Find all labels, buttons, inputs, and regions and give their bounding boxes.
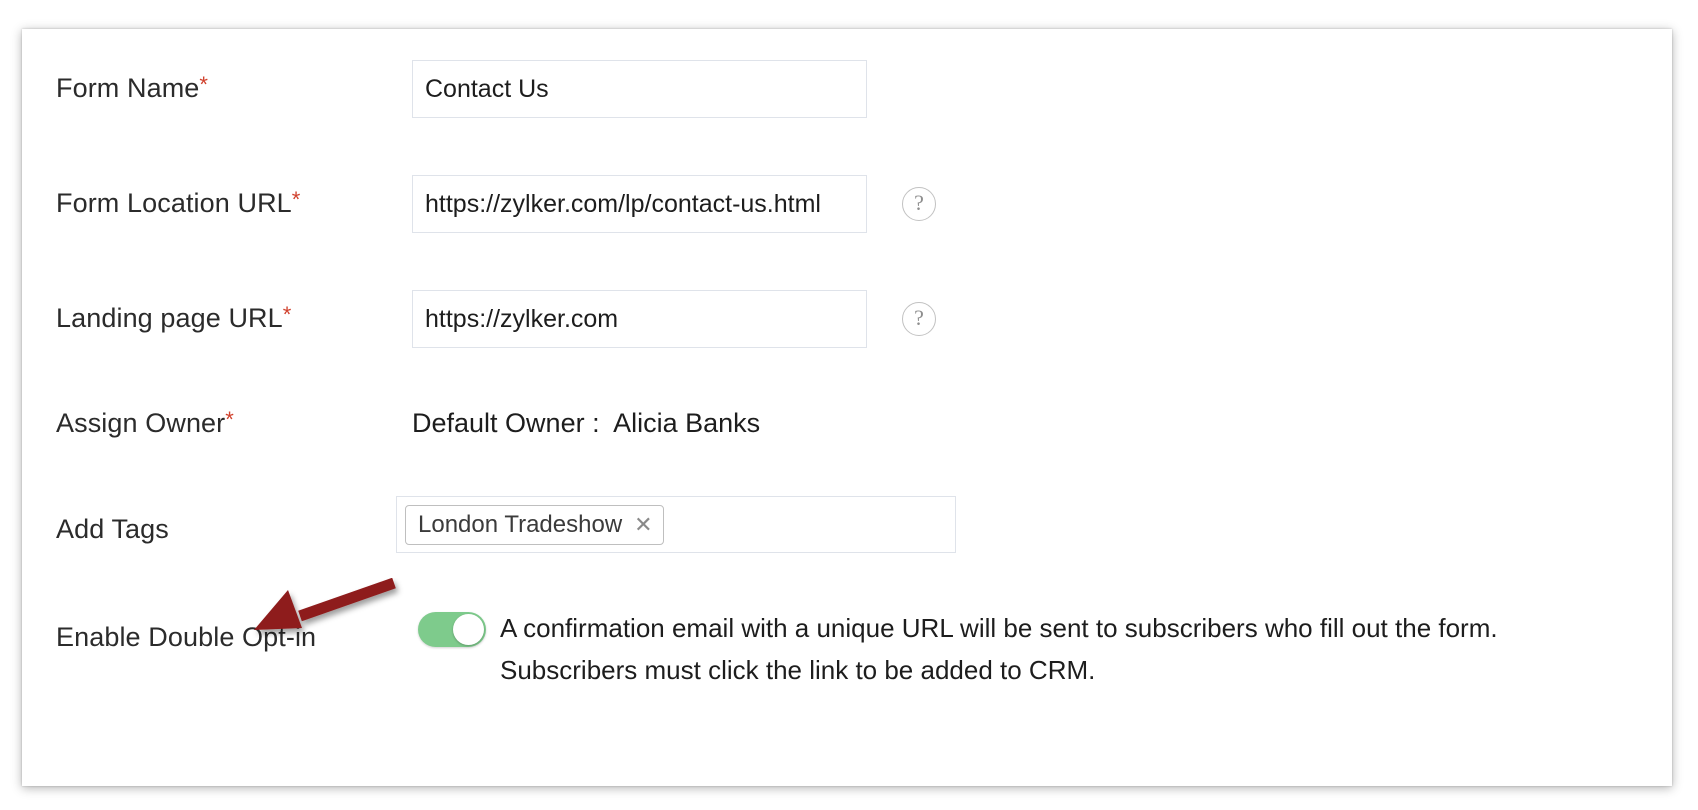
form-location-url-label: Form Location URL* (56, 187, 301, 218)
help-icon[interactable]: ? (902, 187, 936, 221)
form-location-url-input[interactable]: https://zylker.com/lp/contact-us.html (412, 175, 867, 233)
toggle-knob (453, 614, 484, 645)
assign-owner-value: Default Owner : Alicia Banks (412, 408, 761, 438)
tag-chip[interactable]: London Tradeshow ✕ (405, 504, 664, 545)
form-name-label-text: Form Name (56, 73, 200, 103)
form-location-url-label-text: Form Location URL (56, 188, 292, 218)
assign-owner-label: Assign Owner* (56, 407, 234, 438)
enable-double-optin-description: A confirmation email with a unique URL w… (500, 613, 1498, 685)
tag-chip-label: London Tradeshow (418, 510, 623, 538)
add-tags-input[interactable]: London Tradeshow ✕ (396, 496, 956, 553)
form-name-label: Form Name* (56, 72, 209, 103)
landing-page-url-label-text: Landing page URL (56, 303, 283, 333)
screenshot-root: Form Name* Contact Us Form Location URL*… (0, 0, 1698, 810)
add-tags-label: Add Tags (56, 514, 169, 544)
landing-page-url-required-asterisk: * (282, 302, 292, 327)
assign-owner-required-asterisk: * (225, 407, 234, 432)
form-name-required-asterisk: * (199, 72, 209, 97)
form-name-input[interactable]: Contact Us (412, 60, 867, 118)
landing-page-url-label: Landing page URL* (56, 302, 292, 333)
form-location-url-required-asterisk: * (291, 187, 301, 212)
help-icon[interactable]: ? (902, 302, 936, 336)
landing-page-url-input[interactable]: https://zylker.com (412, 290, 867, 348)
form-card: Form Name* Contact Us Form Location URL*… (22, 29, 1672, 786)
close-icon[interactable]: ✕ (634, 513, 652, 536)
enable-double-optin-label: Enable Double Opt-in (56, 622, 317, 652)
enable-double-optin-toggle[interactable] (418, 612, 486, 647)
assign-owner-label-text: Assign Owner (56, 408, 226, 438)
